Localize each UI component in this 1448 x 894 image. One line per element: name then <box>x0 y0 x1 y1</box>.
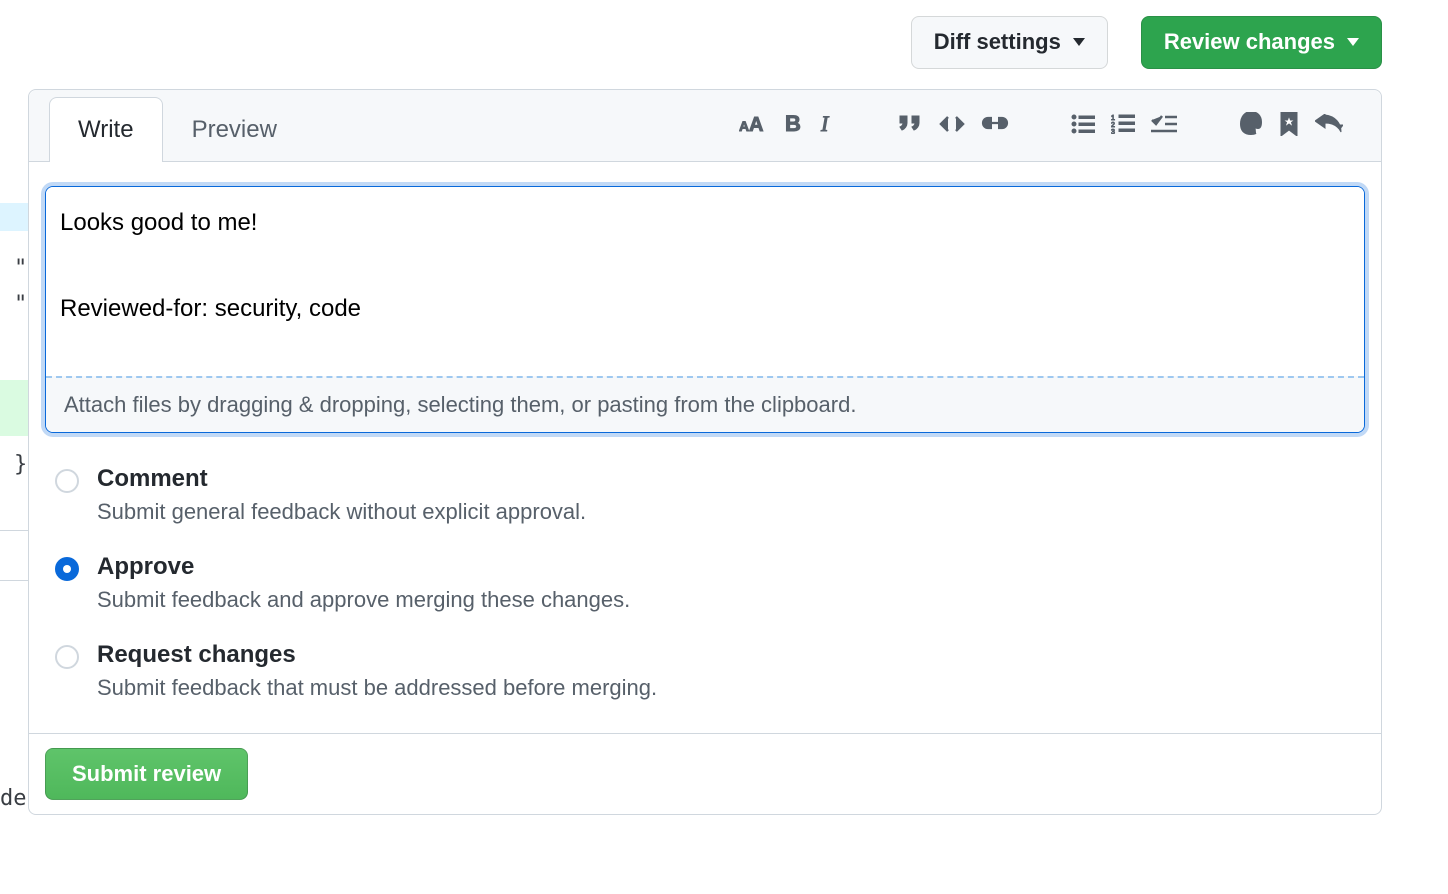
italic-icon[interactable]: I <box>819 112 835 139</box>
option-approve-title: Approve <box>97 553 630 581</box>
bg-code-de: de <box>0 786 27 811</box>
diff-settings-button[interactable]: Diff settings <box>911 16 1108 69</box>
option-comment-desc: Submit general feedback without explicit… <box>97 499 586 525</box>
formatting-toolbar: AA B I <box>715 112 1367 139</box>
tab-row: Write Preview AA B I <box>29 90 1381 162</box>
option-comment[interactable]: Comment Submit general feedback without … <box>55 451 1355 539</box>
svg-text:B: B <box>785 112 801 136</box>
option-request-changes[interactable]: Request changes Submit feedback that mus… <box>55 627 1355 715</box>
mention-icon[interactable] <box>1239 112 1263 139</box>
bullet-list-icon[interactable] <box>1071 114 1095 137</box>
comment-box: Attach files by dragging & dropping, sel… <box>45 186 1365 433</box>
review-panel: Write Preview AA B I <box>28 89 1382 815</box>
bg-quote-2: " <box>14 292 27 317</box>
code-icon[interactable] <box>939 113 965 138</box>
radio-approve[interactable] <box>55 557 79 581</box>
option-request-title: Request changes <box>97 641 657 669</box>
svg-text:1: 1 <box>1111 115 1115 122</box>
svg-text:I: I <box>820 112 830 136</box>
link-icon[interactable] <box>981 114 1009 137</box>
comment-textarea[interactable] <box>46 187 1364 373</box>
review-changes-button[interactable]: Review changes <box>1141 16 1382 69</box>
radio-request-changes[interactable] <box>55 645 79 669</box>
option-approve[interactable]: Approve Submit feedback and approve merg… <box>55 539 1355 627</box>
option-approve-desc: Submit feedback and approve merging thes… <box>97 587 630 613</box>
svg-text:A: A <box>739 118 749 134</box>
task-list-icon[interactable] <box>1151 114 1177 137</box>
reference-icon[interactable] <box>1279 112 1299 139</box>
bold-icon[interactable]: B <box>783 112 803 139</box>
tab-preview[interactable]: Preview <box>163 97 306 162</box>
numbered-list-icon[interactable]: 123 <box>1111 114 1135 137</box>
submit-review-button[interactable]: Submit review <box>45 748 248 800</box>
heading-icon[interactable]: AA <box>739 112 767 139</box>
svg-text:A: A <box>749 114 763 136</box>
svg-text:2: 2 <box>1111 122 1115 129</box>
chevron-down-icon <box>1073 38 1085 46</box>
reply-icon[interactable] <box>1315 114 1343 137</box>
option-comment-title: Comment <box>97 465 586 493</box>
review-changes-label: Review changes <box>1164 27 1335 58</box>
bg-brace: } <box>14 452 27 477</box>
bg-quote-1: " <box>14 256 27 281</box>
attach-hint[interactable]: Attach files by dragging & dropping, sel… <box>46 376 1364 432</box>
tab-write[interactable]: Write <box>49 97 163 162</box>
chevron-down-icon <box>1347 38 1359 46</box>
diff-settings-label: Diff settings <box>934 27 1061 58</box>
svg-text:3: 3 <box>1111 129 1115 134</box>
quote-icon[interactable] <box>897 113 923 138</box>
option-request-desc: Submit feedback that must be addressed b… <box>97 675 657 701</box>
radio-comment[interactable] <box>55 469 79 493</box>
review-type-options: Comment Submit general feedback without … <box>45 433 1365 725</box>
